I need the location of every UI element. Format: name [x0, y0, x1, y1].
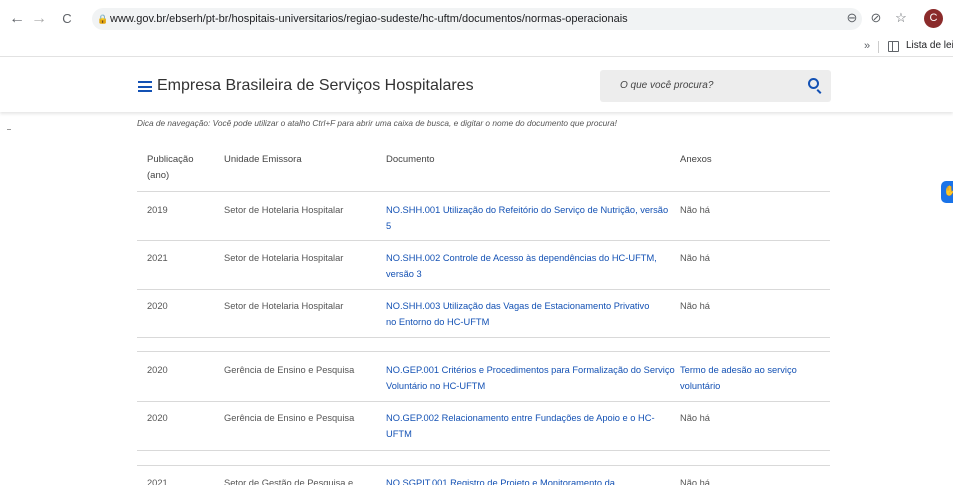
reload-icon[interactable]: C [58, 10, 76, 28]
divider [7, 129, 11, 130]
back-icon[interactable]: ← [8, 10, 26, 28]
row-divider [137, 191, 830, 192]
site-title[interactable]: Empresa Brasileira de Serviços Hospitala… [157, 77, 474, 95]
row-divider [137, 240, 830, 241]
cell-annex: Não há [680, 301, 710, 311]
document-link[interactable]: NO.GEP.001 Critérios e Procedimentos par… [386, 362, 676, 394]
search-input[interactable]: O que você procura? [600, 70, 831, 102]
document-link[interactable]: NO.SHH.001 Utilização do Refeitório do S… [386, 202, 671, 234]
site-header: Empresa Brasileira de Serviços Hospitala… [0, 57, 953, 112]
cell-year: 2019 [147, 205, 168, 215]
column-header-unit: Unidade Emissora [224, 154, 302, 165]
cell-annex: Não há [680, 413, 710, 423]
reading-list-label[interactable]: Lista de leitu [906, 40, 953, 51]
cell-year: 2020 [147, 301, 168, 311]
row-divider [137, 465, 830, 466]
profile-avatar[interactable]: C [924, 9, 943, 28]
document-link[interactable]: NO.GEP.002 Relacionamento entre Fundaçõe… [386, 410, 671, 442]
row-divider [137, 337, 830, 338]
cell-year: 2021 [147, 253, 168, 263]
cell-unit: Gerência de Ensino e Pesquisa [224, 413, 355, 423]
column-header-document: Documento [386, 154, 435, 165]
browser-toolbar: ← → C 🔒 www.gov.br/ebserh/pt-br/hospitai… [0, 0, 953, 38]
column-header-annexes: Anexos [680, 154, 712, 165]
lock-icon: 🔒 [97, 14, 109, 24]
document-link[interactable]: NO.SHH.003 Utilização das Vagas de Estac… [386, 298, 656, 330]
forward-icon[interactable]: → [30, 10, 48, 28]
url-text: www.gov.br/ebserh/pt-br/hospitais-univer… [110, 13, 628, 25]
menu-icon[interactable] [138, 81, 152, 92]
reading-list-icon[interactable] [888, 41, 899, 52]
accessibility-widget-icon[interactable]: ✋ [941, 181, 953, 203]
cell-annex: Não há [680, 253, 710, 263]
cell-unit: Setor de Hotelaria Hospitalar [224, 301, 344, 311]
cell-year: 2021 [147, 478, 168, 485]
row-divider [137, 450, 830, 451]
search-icon[interactable] [808, 78, 819, 89]
bookmarks-more-icon[interactable]: » [864, 40, 870, 52]
row-divider [137, 351, 830, 352]
document-link[interactable]: NO.SHH.002 Controle de Acesso às dependê… [386, 250, 661, 282]
zoom-icon[interactable]: ⊖ [843, 9, 861, 27]
row-divider [137, 289, 830, 290]
search-placeholder: O que você procura? [620, 80, 714, 91]
cell-year: 2020 [147, 365, 168, 375]
bookmarks-divider [878, 41, 879, 53]
address-bar[interactable]: 🔒 www.gov.br/ebserh/pt-br/hospitais-univ… [92, 8, 862, 30]
document-link[interactable]: NO.SGPIT.001 Registro de Projeto e Monit… [386, 475, 676, 485]
column-header-year: Publicação (ano) [147, 154, 194, 181]
navigation-tip: Dica de navegação: Você pode utilizar o … [137, 118, 617, 128]
star-icon[interactable]: ☆ [892, 9, 910, 27]
annex-link[interactable]: Termo de adesão ao serviço voluntário [680, 362, 820, 394]
cell-year: 2020 [147, 413, 168, 423]
cell-unit: Setor de Hotelaria Hospitalar [224, 205, 344, 215]
cell-unit: Gerência de Ensino e Pesquisa [224, 365, 355, 375]
cell-annex: Não há [680, 478, 710, 485]
cell-annex: Não há [680, 205, 710, 215]
row-divider [137, 401, 830, 402]
cell-unit: Setor de Gestão de Pesquisa e [224, 478, 354, 485]
tracking-icon[interactable]: ⊘ [867, 9, 885, 27]
cell-unit: Setor de Hotelaria Hospitalar [224, 253, 344, 263]
bookmarks-bar: » Lista de leitu [0, 38, 953, 56]
